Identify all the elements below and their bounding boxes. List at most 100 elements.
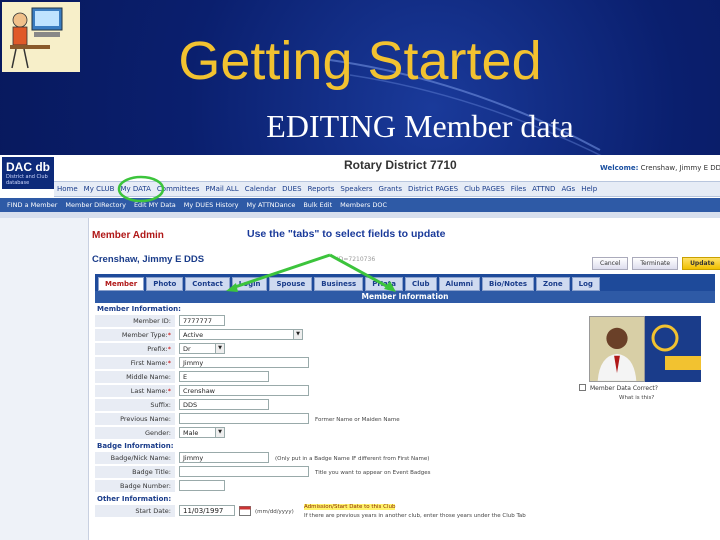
last-name-label: Last Name:*	[95, 385, 175, 397]
tab-contact[interactable]: Contact	[185, 277, 230, 291]
dropdown-arrow-icon: ▼	[215, 428, 224, 437]
tab-zone[interactable]: Zone	[536, 277, 570, 291]
tab-login[interactable]: Login	[231, 277, 268, 291]
tab-member[interactable]: Member	[98, 277, 145, 291]
badge-number-label: Badge Number:	[95, 480, 175, 492]
middle-name-field[interactable]: E	[179, 371, 269, 382]
prefix-label: Prefix:*	[95, 343, 175, 355]
dropdown-arrow-icon: ▼	[215, 344, 224, 353]
left-margin-panel	[0, 218, 88, 540]
previous-name-hint: Former Name or Maiden Name	[315, 417, 400, 423]
tab-log[interactable]: Log	[571, 277, 600, 291]
nav-grants[interactable]: Grants	[376, 182, 405, 196]
district-title: Rotary District 7710	[344, 158, 457, 172]
tab-business[interactable]: Business	[314, 277, 364, 291]
start-date-label: Start Date:	[95, 505, 175, 517]
date-format-hint: (mm/dd/yyyy)	[255, 509, 294, 515]
subnav-my-dues-history[interactable]: My DUES History	[180, 198, 243, 212]
nav-club-pages[interactable]: Club PAGES	[461, 182, 508, 196]
suffix-field[interactable]: DDS	[179, 399, 269, 410]
member-type-select[interactable]: Active ▼	[179, 329, 303, 340]
member-info-section-label: Member Information:	[97, 305, 181, 313]
nav-ags[interactable]: AGs	[558, 182, 578, 196]
logo-sub-text: District and Club database	[6, 174, 48, 186]
tab-phata[interactable]: PHata	[365, 277, 403, 291]
welcome-user: Crenshaw, Jimmy E DDS	[640, 164, 720, 172]
member-record-id: ID=7210736	[337, 256, 376, 263]
badge-title-label: Badge Title:	[95, 466, 175, 478]
badge-nick-field[interactable]: Jimmy	[179, 452, 269, 463]
sub-nav: FIND a Member Member DIRectory Edit MY D…	[0, 198, 720, 212]
member-information-bar: Member Information	[95, 291, 715, 303]
nav-district-pages[interactable]: District PAGES	[405, 182, 461, 196]
middle-name-label: Middle Name:	[95, 371, 175, 383]
start-date-highlight: Admission/Start Date to this Club	[304, 504, 396, 510]
calendar-icon[interactable]	[239, 505, 251, 516]
cancel-button[interactable]: Cancel	[592, 257, 629, 270]
gender-select[interactable]: Male ▼	[179, 427, 225, 438]
previous-name-label: Previous Name:	[95, 413, 175, 425]
badge-title-hint: Title you want to appear on Event Badges	[315, 470, 431, 476]
update-button[interactable]: Update	[682, 257, 720, 270]
start-date-field[interactable]: 11/03/1997	[179, 505, 235, 516]
first-name-field[interactable]: Jimmy	[179, 357, 309, 368]
data-correct-checkbox[interactable]	[579, 384, 586, 391]
subnav-my-attendance[interactable]: My ATTNDance	[243, 198, 300, 212]
member-id-field[interactable]: 7777777	[179, 315, 225, 326]
nav-attnd[interactable]: ATTND	[529, 182, 558, 196]
tab-bio-notes[interactable]: Bio/Notes	[482, 277, 535, 291]
prefix-select[interactable]: Dr ▼	[179, 343, 225, 354]
nav-pmail-all[interactable]: PMail ALL	[202, 182, 241, 196]
member-tabs: Member Photo Contact Login Spouse Busine…	[95, 274, 715, 291]
slide: Getting Started EDITING Member data DAC …	[0, 0, 720, 540]
slide-subtitle: EDITING Member data	[266, 108, 574, 144]
main-nav: Home My CLUB My DATA Committees PMail AL…	[54, 181, 720, 197]
start-date-more-hint: If there are previous years in another c…	[304, 513, 526, 519]
nav-help[interactable]: Help	[578, 182, 600, 196]
badge-nick-label: Badge/Nick Name:	[95, 452, 175, 464]
member-admin-panel: Member Admin Use the "tabs" to select fi…	[88, 218, 720, 540]
subnav-members-doc[interactable]: Members DOC	[336, 198, 391, 212]
subnav-find-member[interactable]: FIND a Member	[3, 198, 61, 212]
nav-committees[interactable]: Committees	[154, 182, 203, 196]
tab-photo[interactable]: Photo	[146, 277, 184, 291]
app-screenshot: DAC db District and Club database Rotary…	[0, 155, 720, 540]
subnav-edit-my-data[interactable]: Edit MY Data	[130, 198, 180, 212]
member-type-label: Member Type:*	[95, 329, 175, 341]
welcome-text: Welcome: Crenshaw, Jimmy E DDS	[600, 164, 720, 172]
member-photo	[589, 316, 645, 382]
subnav-bulk-edit[interactable]: Bulk Edit	[299, 198, 336, 212]
what-is-this-link[interactable]: What is this?	[619, 395, 654, 401]
nav-dues[interactable]: DUES	[279, 182, 304, 196]
member-data-correct[interactable]: Member Data Correct?	[579, 384, 658, 392]
action-buttons: Cancel Terminate Update	[592, 257, 720, 270]
tab-club[interactable]: Club	[404, 277, 437, 291]
slide-title: Getting Started	[178, 31, 542, 91]
dacdb-logo[interactable]: DAC db District and Club database	[2, 157, 54, 189]
gender-label: Gender:	[95, 427, 175, 439]
last-name-field[interactable]: Crenshaw	[179, 385, 309, 396]
nav-calendar[interactable]: Calendar	[242, 182, 279, 196]
suffix-label: Suffix:	[95, 399, 175, 411]
terminate-button[interactable]: Terminate	[632, 257, 679, 270]
nav-speakers[interactable]: Speakers	[337, 182, 375, 196]
nav-my-club[interactable]: My CLUB	[81, 182, 118, 196]
nav-my-data[interactable]: My DATA	[117, 182, 153, 196]
subnav-member-directory[interactable]: Member DIRectory	[61, 198, 130, 212]
member-id-label: Member ID:	[95, 315, 175, 327]
previous-name-field[interactable]	[179, 413, 309, 424]
welcome-label: Welcome:	[600, 164, 639, 172]
nav-files[interactable]: Files	[508, 182, 529, 196]
first-name-label: First Name:*	[95, 357, 175, 369]
nav-reports[interactable]: Reports	[305, 182, 338, 196]
badge-number-field[interactable]	[179, 480, 225, 491]
tab-spouse[interactable]: Spouse	[269, 277, 313, 291]
badge-title-field[interactable]	[179, 466, 309, 477]
tab-alumni[interactable]: Alumni	[438, 277, 480, 291]
dropdown-arrow-icon: ▼	[293, 330, 302, 339]
logo-main-text: DAC db	[6, 160, 50, 174]
badge-info-section-label: Badge Information:	[97, 442, 174, 450]
nav-home[interactable]: Home	[54, 182, 81, 196]
other-info-section-label: Other Information:	[97, 495, 172, 503]
member-admin-heading: Member Admin	[92, 230, 164, 241]
